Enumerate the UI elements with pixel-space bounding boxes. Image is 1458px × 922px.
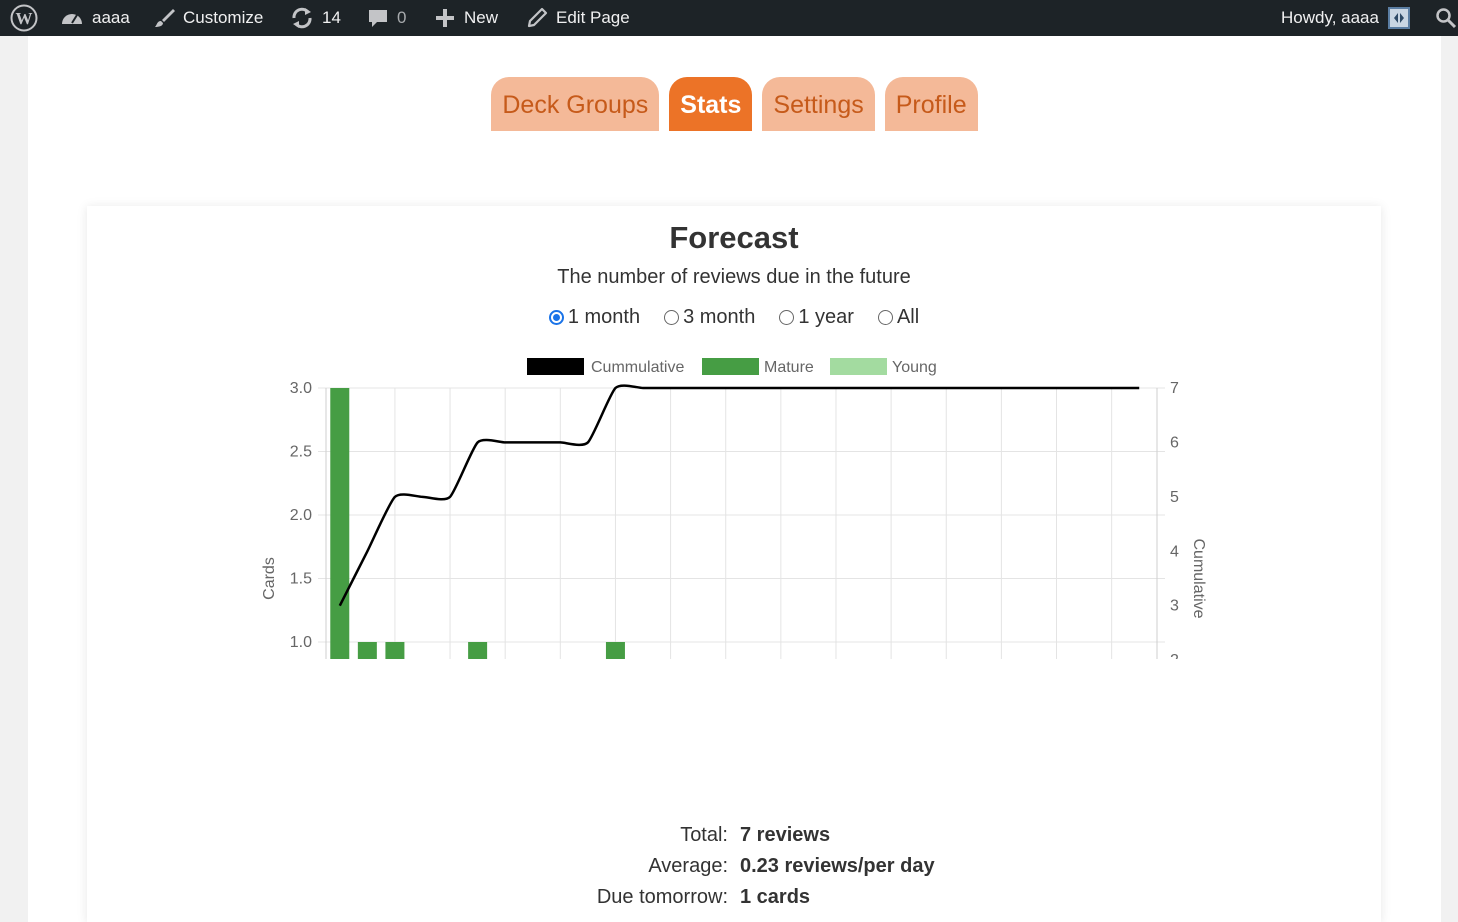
y2-tick-label: 3 bbox=[1170, 598, 1179, 615]
summary-row: Average: 0.23 reviews/per day bbox=[87, 855, 1381, 885]
range-option-all[interactable]: All bbox=[877, 306, 920, 329]
admin-bar: W aaaa Customize 14 0 New Edit Page Howd… bbox=[0, 0, 1458, 36]
forecast-subtitle: The number of reviews due in the future bbox=[557, 266, 911, 288]
legend-label: Young bbox=[892, 359, 937, 376]
radio-button[interactable] bbox=[548, 310, 564, 325]
edit-page-label: Edit Page bbox=[556, 8, 630, 27]
pencil-icon bbox=[527, 7, 548, 28]
radio-button[interactable] bbox=[877, 310, 893, 325]
summary-label: Average: bbox=[648, 855, 728, 877]
edit-page-link[interactable]: Edit Page bbox=[526, 0, 630, 36]
y2-tick-label: 7 bbox=[1170, 380, 1179, 397]
y2-axis-title: Cumulative bbox=[1190, 538, 1207, 618]
stats-tabs: Deck Groups Stats Settings Profile bbox=[28, 77, 1441, 131]
y-tick-label: 1.5 bbox=[290, 571, 312, 588]
forecast-card: Forecast The number of reviews due in th… bbox=[87, 206, 1381, 922]
forecast-title: Forecast bbox=[669, 220, 799, 255]
radio-label: 3 month bbox=[683, 306, 756, 328]
bar-mature bbox=[330, 388, 350, 659]
avatar-icon bbox=[1387, 7, 1410, 29]
comments-link[interactable]: 0 bbox=[367, 0, 406, 36]
new-label: New bbox=[464, 8, 499, 27]
bar-mature bbox=[385, 642, 405, 659]
y2-tick-label: 2 bbox=[1170, 652, 1179, 659]
y-axis-title: Cards bbox=[261, 557, 278, 600]
cumulative-line bbox=[338, 384, 1140, 607]
page-content: Deck Groups Stats Settings Profile Forecast… bbox=[28, 36, 1441, 922]
y-tick-label: 3.0 bbox=[290, 380, 312, 397]
updates-count: 14 bbox=[322, 8, 341, 27]
y2-tick-label: 6 bbox=[1170, 434, 1179, 451]
radio-label: All bbox=[896, 306, 920, 328]
comments-count: 0 bbox=[397, 8, 407, 27]
range-option-1-month[interactable]: 1 month bbox=[548, 306, 641, 329]
tab-profile[interactable]: Profile bbox=[884, 77, 978, 131]
search-icon[interactable] bbox=[1435, 0, 1457, 36]
tab-stats[interactable]: Stats bbox=[669, 77, 753, 131]
radio-label: 1 month bbox=[567, 306, 641, 328]
range-selector: 1 month 3 month 1 year All bbox=[87, 306, 1381, 331]
wordpress-logo-icon[interactable]: W bbox=[10, 0, 38, 36]
legend-swatch bbox=[702, 358, 759, 375]
comment-icon bbox=[369, 10, 387, 27]
customize-link[interactable]: Customize bbox=[153, 0, 263, 36]
radio-button[interactable] bbox=[664, 310, 680, 325]
bar-mature bbox=[605, 642, 625, 659]
legend-swatch bbox=[830, 358, 887, 375]
legend-label: Mature bbox=[764, 359, 814, 376]
summary-label: Total: bbox=[680, 824, 728, 846]
summary-value: 0.23 reviews/per day bbox=[740, 855, 935, 877]
summary-row: Due tomorrow: 1 cards bbox=[87, 886, 1381, 916]
y-tick-label: 2.5 bbox=[290, 444, 312, 461]
summary-value: 1 cards bbox=[740, 886, 811, 908]
forecast-chart: CummulativeMatureYoung3.02.52.01.51.00.5… bbox=[261, 358, 1207, 659]
customize-label: Customize bbox=[183, 8, 264, 27]
bar-mature bbox=[468, 642, 488, 659]
paintbrush-icon bbox=[155, 9, 175, 27]
site-name-menu[interactable]: aaaa bbox=[60, 0, 130, 36]
summary-value: 7 reviews bbox=[740, 824, 831, 846]
tab-settings[interactable]: Settings bbox=[762, 77, 875, 131]
range-option-1-year[interactable]: 1 year bbox=[779, 306, 854, 329]
user-account-menu[interactable]: Howdy, aaaa bbox=[1281, 0, 1411, 36]
svg-text:W: W bbox=[16, 9, 33, 28]
summary-row: Total: 7 reviews bbox=[87, 824, 1381, 854]
tab-deck-groups[interactable]: Deck Groups bbox=[491, 77, 660, 131]
refresh-icon bbox=[292, 7, 312, 29]
radio-label: 1 year bbox=[798, 306, 854, 328]
y2-tick-label: 5 bbox=[1170, 489, 1179, 506]
updates-link[interactable]: 14 bbox=[290, 0, 341, 36]
legend-label: Cummulative bbox=[591, 359, 684, 376]
new-content-link[interactable]: New bbox=[434, 0, 498, 36]
plus-icon bbox=[436, 9, 454, 27]
y-tick-label: 2.0 bbox=[290, 507, 312, 524]
summary-label: Due tomorrow: bbox=[596, 886, 728, 908]
range-option-3-month[interactable]: 3 month bbox=[664, 306, 755, 329]
y2-tick-label: 4 bbox=[1170, 543, 1179, 560]
y-tick-label: 1.0 bbox=[290, 634, 312, 651]
bar-mature bbox=[357, 642, 377, 659]
legend-swatch bbox=[527, 358, 584, 375]
howdy-text: Howdy, aaaa bbox=[1281, 8, 1379, 27]
dashboard-icon bbox=[62, 14, 82, 24]
radio-button[interactable] bbox=[779, 310, 795, 325]
site-name: aaaa bbox=[92, 8, 130, 27]
